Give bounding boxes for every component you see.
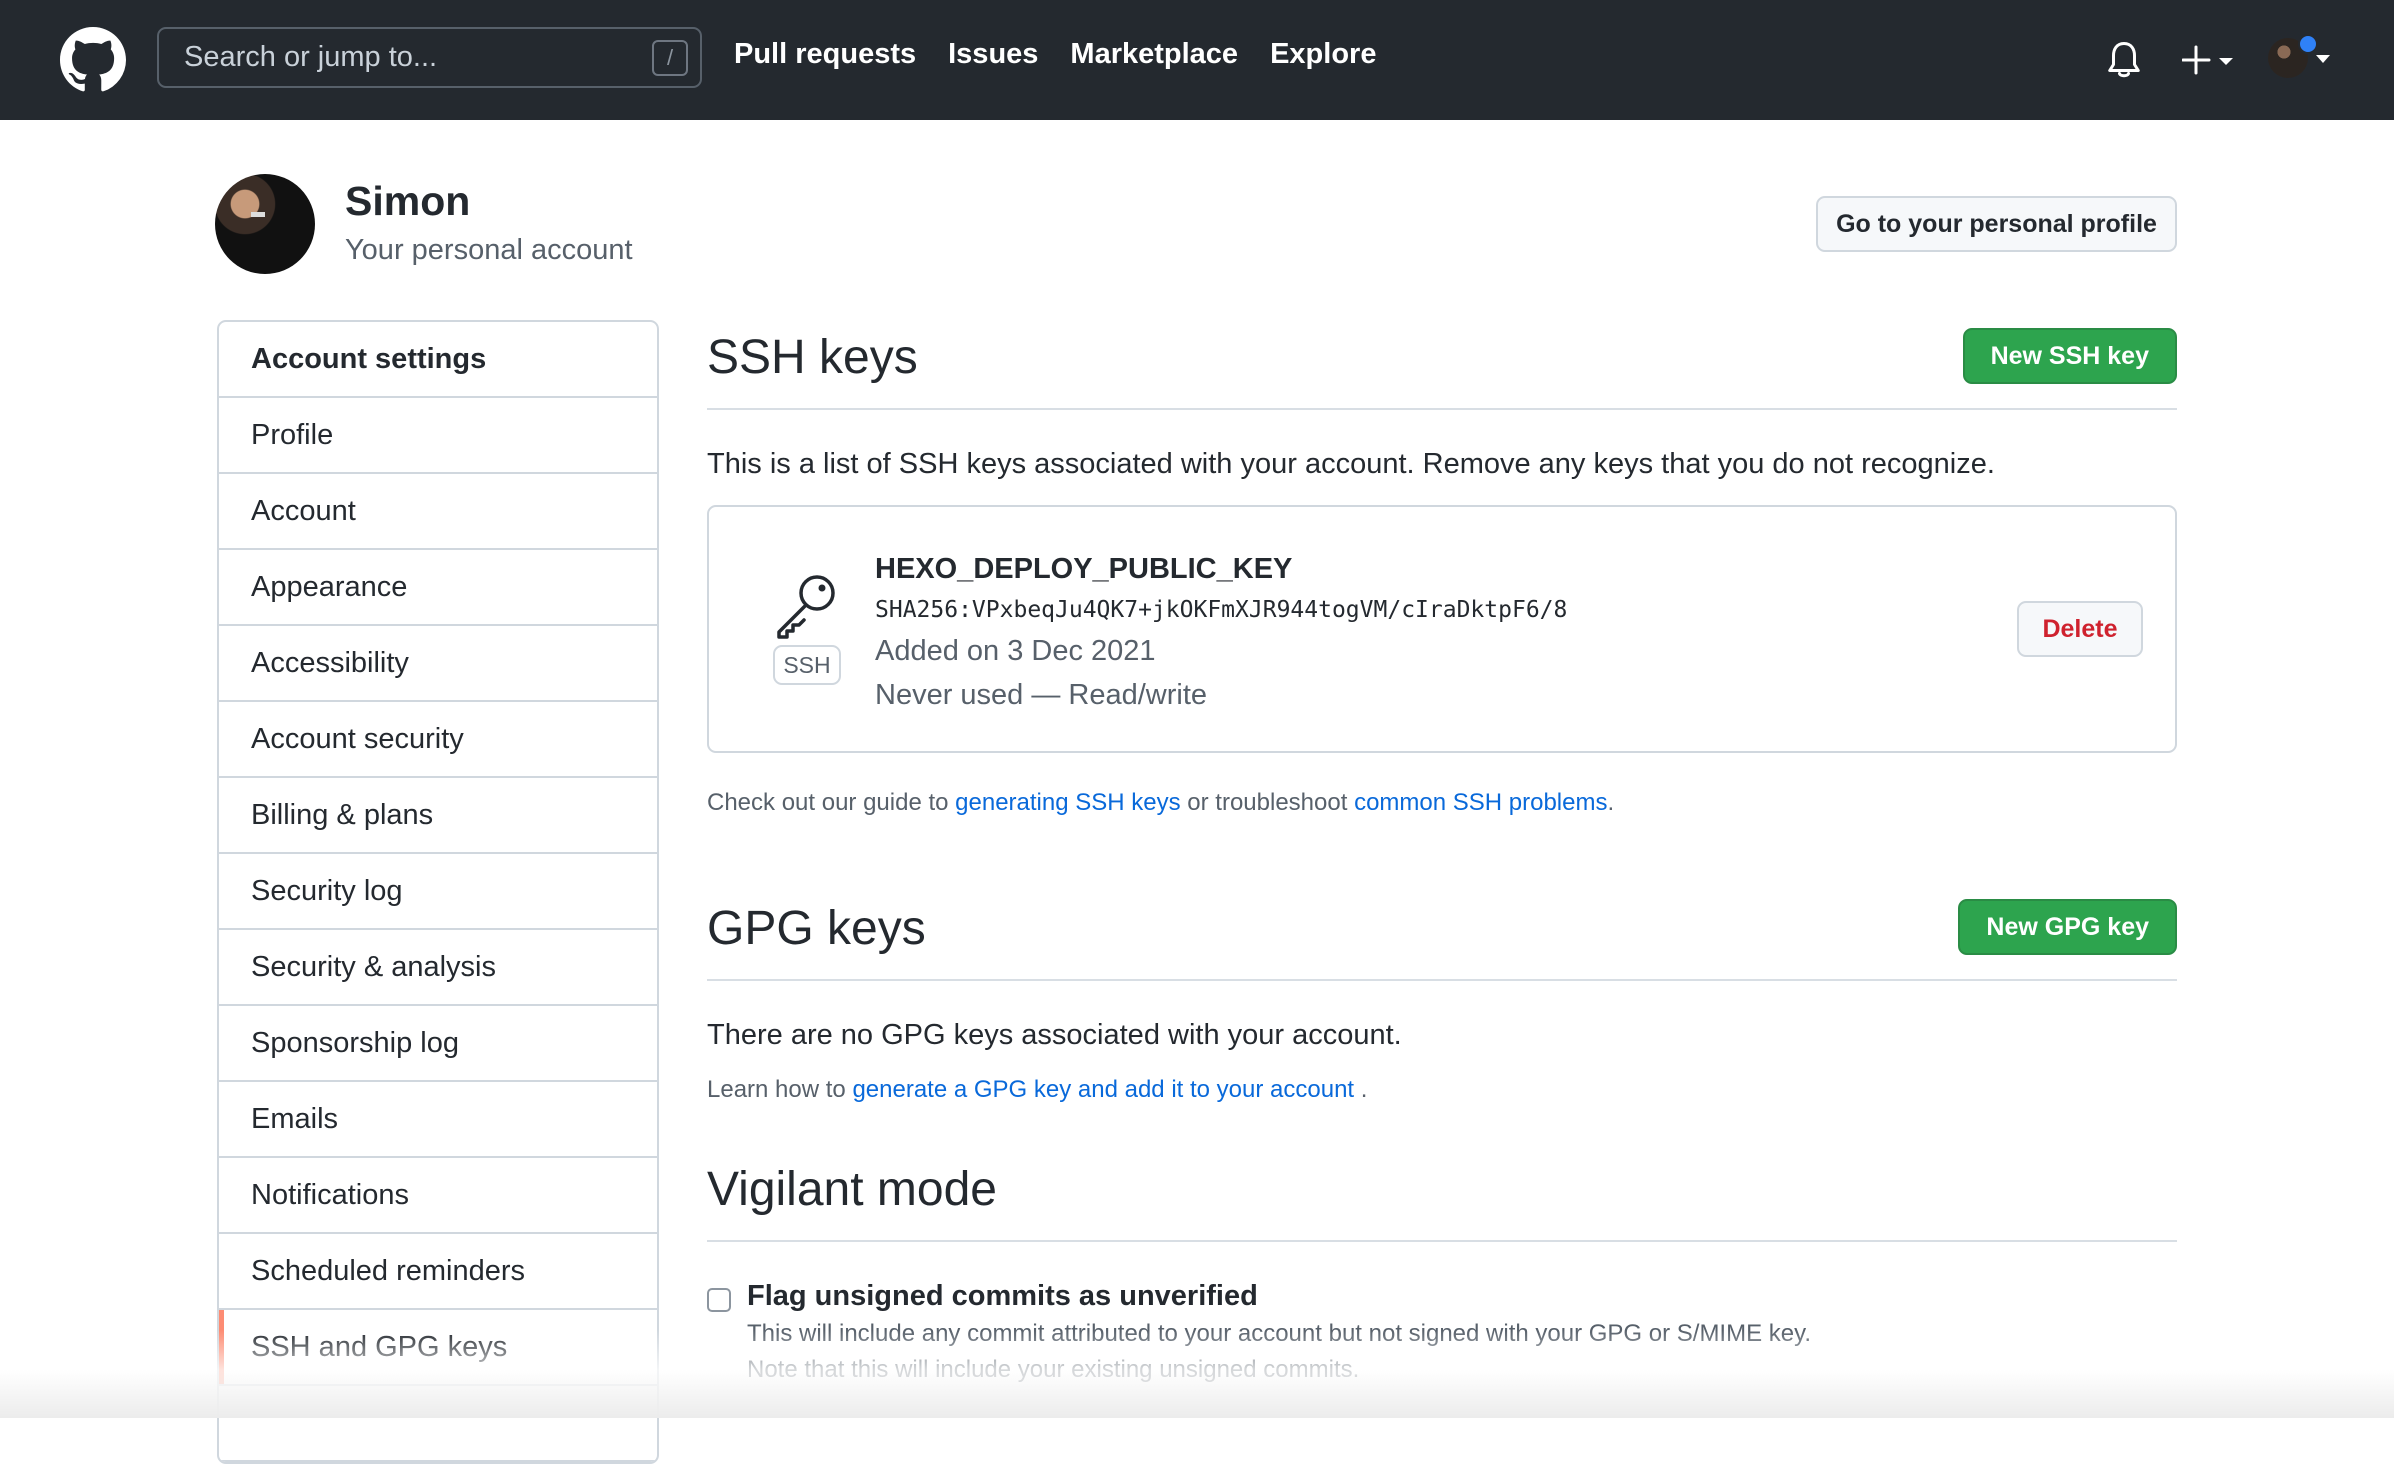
settings-sidebar: Account settings Profile Account Appeara… bbox=[217, 320, 659, 1464]
notification-status-dot bbox=[2298, 34, 2318, 54]
header-nav: Pull requests Issues Marketplace Explore bbox=[734, 38, 1376, 71]
sidebar-item-accessibility[interactable]: Accessibility bbox=[219, 626, 657, 702]
sidebar-heading: Account settings bbox=[219, 322, 657, 398]
gpg-empty-text: There are no GPG keys associated with yo… bbox=[707, 1019, 1402, 1051]
sidebar-item-appearance[interactable]: Appearance bbox=[219, 550, 657, 626]
user-subtitle: Your personal account bbox=[345, 234, 633, 266]
ssh-section-title: SSH keys bbox=[707, 331, 918, 384]
sidebar-item-emails[interactable]: Emails bbox=[219, 1082, 657, 1158]
sidebar-item-more[interactable] bbox=[219, 1386, 657, 1462]
bell-icon[interactable] bbox=[2106, 40, 2142, 80]
vigilant-section-header: Vigilant mode bbox=[707, 1163, 2177, 1242]
sidebar-item-ssh-gpg-keys[interactable]: SSH and GPG keys bbox=[219, 1310, 657, 1386]
ssh-key-fingerprint: SHA256:VPxbeqJu4QK7+jkOKFmXJR944togVM/cI… bbox=[875, 597, 1568, 623]
ssh-key-title: HEXO_DEPLOY_PUBLIC_KEY bbox=[875, 553, 1293, 585]
user-avatar bbox=[215, 174, 315, 274]
search-shortcut-badge: / bbox=[652, 40, 688, 76]
gpg-section-title: GPG keys bbox=[707, 902, 926, 955]
ssh-intro-text: This is a list of SSH keys associated wi… bbox=[707, 448, 1995, 480]
sidebar-item-scheduled-reminders[interactable]: Scheduled reminders bbox=[219, 1234, 657, 1310]
gpg-learn-text: Learn how to generate a GPG key and add … bbox=[707, 1076, 2177, 1104]
ssh-section-header: SSH keys New SSH key bbox=[707, 320, 2177, 410]
plus-dropdown-icon[interactable] bbox=[2182, 43, 2242, 77]
chevron-down-icon[interactable] bbox=[2316, 55, 2330, 63]
sidebar-item-account-security[interactable]: Account security bbox=[219, 702, 657, 778]
delete-ssh-key-button[interactable]: Delete bbox=[2017, 601, 2143, 657]
vigilant-section-title: Vigilant mode bbox=[707, 1163, 997, 1216]
sidebar-item-security-analysis[interactable]: Security & analysis bbox=[219, 930, 657, 1006]
global-header: Search or jump to... / Pull requests Iss… bbox=[0, 0, 2394, 120]
sidebar-item-notifications[interactable]: Notifications bbox=[219, 1158, 657, 1234]
gpg-learn-suffix: . bbox=[1354, 1076, 1368, 1103]
sidebar-item-security-log[interactable]: Security log bbox=[219, 854, 657, 930]
user-name: Simon bbox=[345, 178, 471, 224]
nav-marketplace[interactable]: Marketplace bbox=[1070, 38, 1238, 71]
nav-explore[interactable]: Explore bbox=[1270, 38, 1376, 71]
search-input[interactable]: Search or jump to... / bbox=[157, 27, 702, 88]
sidebar-item-billing[interactable]: Billing & plans bbox=[219, 778, 657, 854]
ssh-type-badge: SSH bbox=[773, 645, 841, 685]
generating-ssh-keys-link[interactable]: generating SSH keys bbox=[955, 789, 1180, 816]
go-to-profile-button[interactable]: Go to your personal profile bbox=[1816, 196, 2177, 252]
gpg-section: GPG keys New GPG key There are no GPG ke… bbox=[707, 891, 2177, 1104]
ssh-guide-text: Check out our guide to generating SSH ke… bbox=[707, 789, 2177, 817]
sidebar-item-account[interactable]: Account bbox=[219, 474, 657, 550]
vigilant-section: Vigilant mode Flag unsigned commits as u… bbox=[707, 1163, 2177, 1383]
flag-unsigned-checkbox[interactable] bbox=[707, 1288, 731, 1312]
ssh-guide-prefix: Check out our guide to bbox=[707, 789, 956, 816]
sidebar-item-profile[interactable]: Profile bbox=[219, 398, 657, 474]
ssh-guide-middle: or troubleshoot bbox=[1180, 789, 1355, 816]
flag-unsigned-option: Flag unsigned commits as unverified This… bbox=[707, 1280, 2177, 1383]
nav-issues[interactable]: Issues bbox=[948, 38, 1038, 71]
flag-unsigned-label[interactable]: Flag unsigned commits as unverified bbox=[747, 1280, 1258, 1313]
ssh-key-card: SSH HEXO_DEPLOY_PUBLIC_KEY SHA256:VPxbeq… bbox=[707, 505, 2177, 753]
flag-unsigned-note: Note that this will include your existin… bbox=[747, 1356, 1360, 1383]
gpg-learn-prefix: Learn how to bbox=[707, 1076, 853, 1103]
search-placeholder: Search or jump to... bbox=[184, 41, 438, 73]
github-logo-icon[interactable] bbox=[60, 27, 126, 93]
key-icon bbox=[777, 575, 835, 639]
ssh-guide-suffix: . bbox=[1607, 789, 1615, 816]
generate-gpg-key-link[interactable]: generate a GPG key and add it to your ac… bbox=[852, 1076, 1354, 1103]
sidebar-item-sponsorship-log[interactable]: Sponsorship log bbox=[219, 1006, 657, 1082]
nav-pull-requests[interactable]: Pull requests bbox=[734, 38, 916, 71]
main-content: SSH keys New SSH key This is a list of S… bbox=[707, 320, 2177, 1383]
new-gpg-key-button[interactable]: New GPG key bbox=[1958, 899, 2177, 955]
ssh-key-usage: Never used — Read/write bbox=[875, 679, 1208, 711]
ssh-key-added-date: Added on 3 Dec 2021 bbox=[875, 635, 1156, 667]
gpg-section-header: GPG keys New GPG key bbox=[707, 891, 2177, 981]
common-ssh-problems-link[interactable]: common SSH problems bbox=[1354, 789, 1607, 816]
flag-unsigned-description: This will include any commit attributed … bbox=[747, 1320, 1812, 1347]
new-ssh-key-button[interactable]: New SSH key bbox=[1962, 328, 2177, 384]
